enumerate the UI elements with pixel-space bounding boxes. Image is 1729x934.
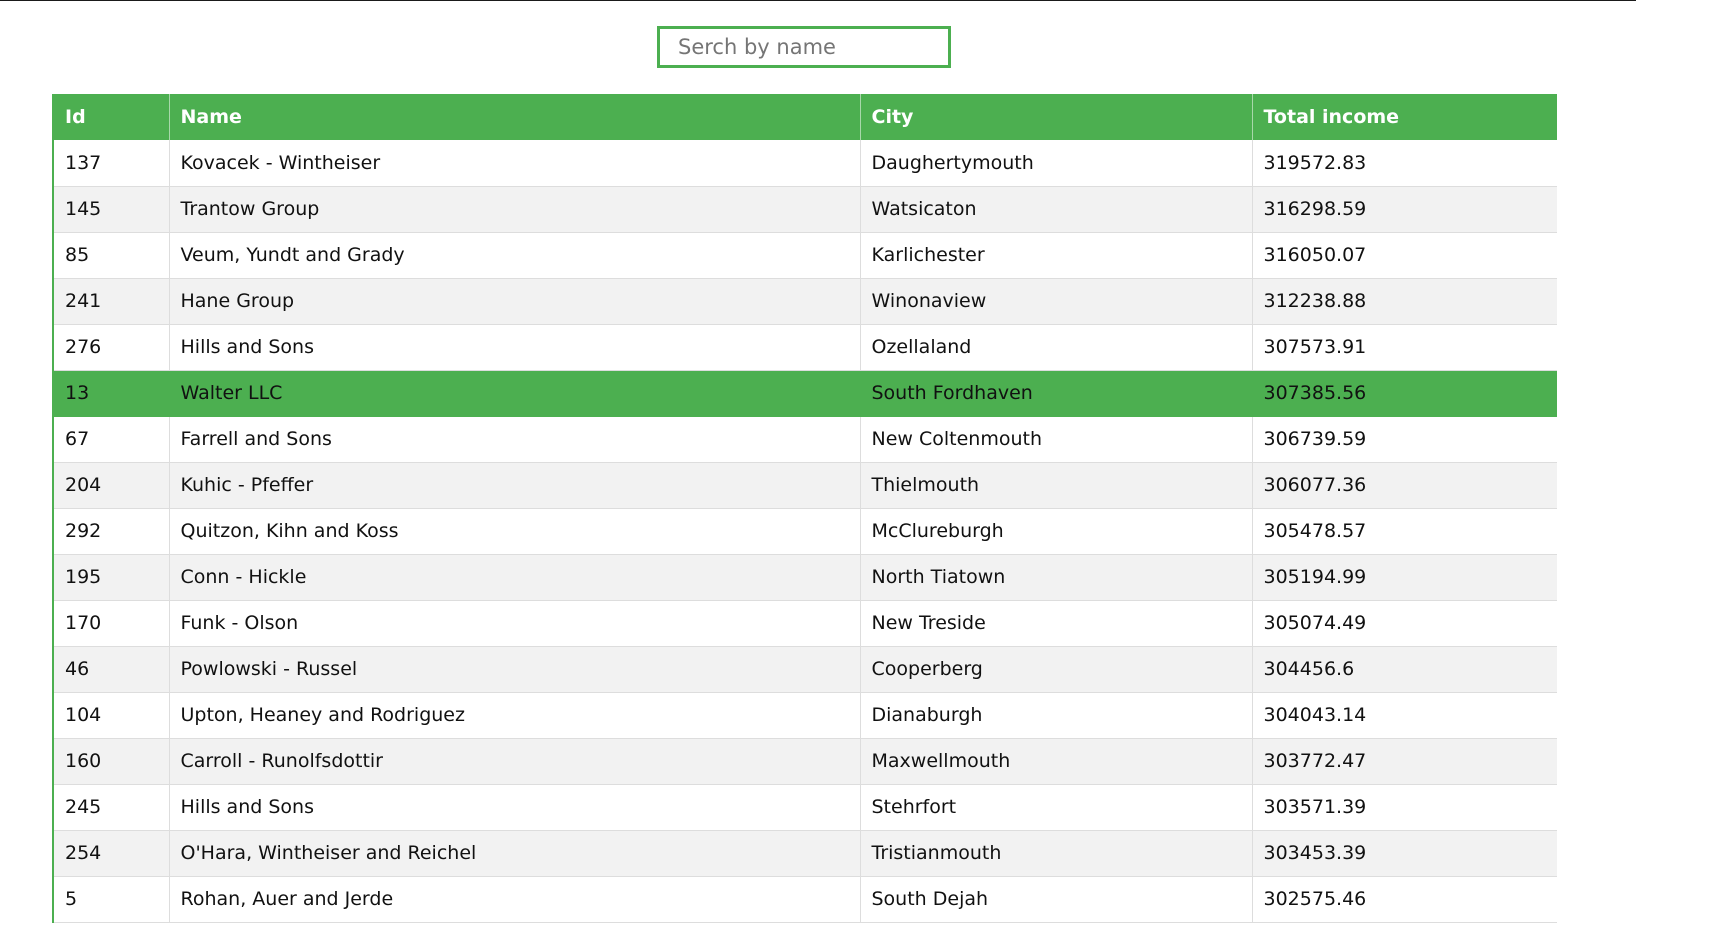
cell-id: 104 bbox=[53, 692, 170, 739]
cell-total-income: 319572.83 bbox=[1252, 140, 1557, 187]
cell-total-income: 307385.56 bbox=[1252, 370, 1557, 417]
cell-name: Walter LLC bbox=[169, 370, 861, 417]
column-header-name[interactable]: Name bbox=[169, 94, 861, 140]
cell-name: Veum, Yundt and Grady bbox=[169, 232, 861, 279]
cell-total-income: 312238.88 bbox=[1252, 278, 1557, 325]
column-header-total-income[interactable]: Total income bbox=[1252, 94, 1557, 140]
cell-total-income: 306077.36 bbox=[1252, 462, 1557, 509]
cell-total-income: 303453.39 bbox=[1252, 830, 1557, 877]
cell-id: 254 bbox=[53, 830, 170, 877]
cell-total-income: 304456.6 bbox=[1252, 646, 1557, 693]
cell-name: Upton, Heaney and Rodriguez bbox=[169, 692, 861, 739]
cell-city: New Coltenmouth bbox=[860, 416, 1253, 463]
table-row[interactable]: 5 Rohan, Auer and Jerde South Dejah 302575.… bbox=[53, 876, 1557, 923]
table-row[interactable]: 137 Kovacek - Wintheiser Daughertymouth 319… bbox=[53, 140, 1557, 187]
cell-name: O'Hara, Wintheiser and Reichel bbox=[169, 830, 861, 877]
cell-city: Tristianmouth bbox=[860, 830, 1253, 877]
column-header-id[interactable]: Id bbox=[53, 94, 170, 140]
table-row[interactable]: 85 Veum, Yundt and Grady Karlichester 31605… bbox=[53, 232, 1557, 279]
cell-id: 5 bbox=[53, 876, 170, 923]
table-row[interactable]: 276 Hills and Sons Ozellaland 307573.91 bbox=[53, 324, 1557, 371]
table-header-row: Id Name City Total income bbox=[53, 94, 1557, 140]
cell-city: Ozellaland bbox=[860, 324, 1253, 371]
cell-total-income: 306739.59 bbox=[1252, 416, 1557, 463]
cell-id: 145 bbox=[53, 186, 170, 233]
cell-id: 46 bbox=[53, 646, 170, 693]
table-row[interactable]: 104 Upton, Heaney and Rodriguez Dianaburgh… bbox=[53, 692, 1557, 739]
cell-city: Watsicaton bbox=[860, 186, 1253, 233]
cell-city: New Treside bbox=[860, 600, 1253, 647]
cell-id: 160 bbox=[53, 738, 170, 785]
cell-city: Dianaburgh bbox=[860, 692, 1253, 739]
cell-id: 67 bbox=[53, 416, 170, 463]
table-row[interactable]: 241 Hane Group Winonaview 312238.88 bbox=[53, 278, 1557, 325]
cell-city: McClureburgh bbox=[860, 508, 1253, 555]
cell-id: 137 bbox=[53, 140, 170, 187]
cell-id: 13 bbox=[53, 370, 170, 417]
table-row[interactable]: 145 Trantow Group Watsicaton 316298.59 bbox=[53, 186, 1557, 233]
cell-name: Quitzon, Kihn and Koss bbox=[169, 508, 861, 555]
column-header-city[interactable]: City bbox=[860, 94, 1253, 140]
cell-id: 85 bbox=[53, 232, 170, 279]
table-row[interactable]: 46 Powlowski - Russel Cooperberg 304456.6 bbox=[53, 646, 1557, 693]
cell-city: Winonaview bbox=[860, 278, 1253, 325]
table-row[interactable]: 13 Walter LLC South Fordhaven 307385.56 bbox=[53, 370, 1557, 417]
table-row[interactable]: 195 Conn - Hickle North Tiatown 305194.99 bbox=[53, 554, 1557, 601]
cell-id: 245 bbox=[53, 784, 170, 831]
cell-name: Hills and Sons bbox=[169, 324, 861, 371]
cell-total-income: 305074.49 bbox=[1252, 600, 1557, 647]
cell-id: 195 bbox=[53, 554, 170, 601]
cell-id: 292 bbox=[53, 508, 170, 555]
cell-city: Daughertymouth bbox=[860, 140, 1253, 187]
cell-name: Hane Group bbox=[169, 278, 861, 325]
cell-total-income: 305478.57 bbox=[1252, 508, 1557, 555]
cell-name: Conn - Hickle bbox=[169, 554, 861, 601]
cell-city: North Tiatown bbox=[860, 554, 1253, 601]
table-row[interactable]: 160 Carroll - Runolfsdottir Maxwellmouth 30… bbox=[53, 738, 1557, 785]
cell-name: Kovacek - Wintheiser bbox=[169, 140, 861, 187]
cell-total-income: 304043.14 bbox=[1252, 692, 1557, 739]
cell-total-income: 316298.59 bbox=[1252, 186, 1557, 233]
search-container bbox=[657, 26, 951, 68]
cell-total-income: 303571.39 bbox=[1252, 784, 1557, 831]
cell-name: Kuhic - Pfeffer bbox=[169, 462, 861, 509]
table-row[interactable]: 245 Hills and Sons Stehrfort 303571.39 bbox=[53, 784, 1557, 831]
cell-total-income: 307573.91 bbox=[1252, 324, 1557, 371]
cell-city: South Dejah bbox=[860, 876, 1253, 923]
table-body: 137 Kovacek - Wintheiser Daughertymouth 319… bbox=[53, 140, 1557, 923]
cell-city: Cooperberg bbox=[860, 646, 1253, 693]
cell-name: Farrell and Sons bbox=[169, 416, 861, 463]
companies-table-container[interactable]: Id Name City Total income 137 Kovacek - W… bbox=[52, 94, 1557, 934]
cell-city: Maxwellmouth bbox=[860, 738, 1253, 785]
cell-name: Powlowski - Russel bbox=[169, 646, 861, 693]
search-input[interactable] bbox=[657, 26, 951, 68]
cell-total-income: 305194.99 bbox=[1252, 554, 1557, 601]
cell-name: Funk - Olson bbox=[169, 600, 861, 647]
cell-name: Hills and Sons bbox=[169, 784, 861, 831]
cell-total-income: 303772.47 bbox=[1252, 738, 1557, 785]
cell-city: South Fordhaven bbox=[860, 370, 1253, 417]
cell-id: 241 bbox=[53, 278, 170, 325]
cell-city: Stehrfort bbox=[860, 784, 1253, 831]
cell-city: Thielmouth bbox=[860, 462, 1253, 509]
cell-city: Karlichester bbox=[860, 232, 1253, 279]
companies-table: Id Name City Total income 137 Kovacek - W… bbox=[52, 94, 1557, 923]
table-row[interactable]: 170 Funk - Olson New Treside 305074.49 bbox=[53, 600, 1557, 647]
cell-id: 204 bbox=[53, 462, 170, 509]
cell-name: Rohan, Auer and Jerde bbox=[169, 876, 861, 923]
top-divider bbox=[0, 0, 1636, 1]
cell-id: 276 bbox=[53, 324, 170, 371]
table-row[interactable]: 254 O'Hara, Wintheiser and Reichel Tristia… bbox=[53, 830, 1557, 877]
cell-total-income: 302575.46 bbox=[1252, 876, 1557, 923]
table-row[interactable]: 292 Quitzon, Kihn and Koss McClureburgh 305… bbox=[53, 508, 1557, 555]
cell-name: Carroll - Runolfsdottir bbox=[169, 738, 861, 785]
table-row[interactable]: 204 Kuhic - Pfeffer Thielmouth 306077.36 bbox=[53, 462, 1557, 509]
cell-name: Trantow Group bbox=[169, 186, 861, 233]
cell-id: 170 bbox=[53, 600, 170, 647]
cell-total-income: 316050.07 bbox=[1252, 232, 1557, 279]
table-row[interactable]: 67 Farrell and Sons New Coltenmouth 306739.… bbox=[53, 416, 1557, 463]
